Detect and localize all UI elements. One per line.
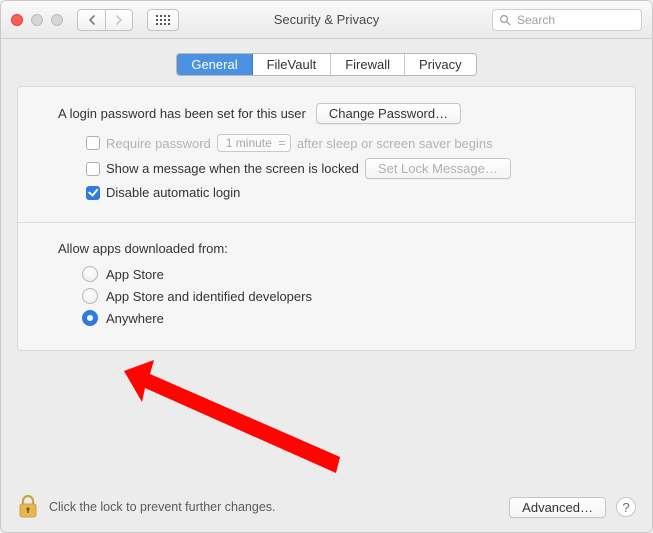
tab-privacy[interactable]: Privacy [405,54,476,75]
require-password-checkbox[interactable] [86,136,100,150]
require-password-after-label: after sleep or screen saver begins [297,136,493,151]
back-button[interactable] [77,9,105,31]
radio-button [82,266,98,282]
tab-firewall[interactable]: Firewall [331,54,405,75]
radio-label: App Store [106,267,164,282]
require-password-label: Require password [106,136,211,151]
show-message-label: Show a message when the screen is locked [106,161,359,176]
window-title: Security & Privacy [274,12,379,27]
grid-icon [156,15,170,25]
window-controls [11,14,63,26]
divider [18,222,635,223]
nav-buttons [77,9,133,31]
require-password-delay-select[interactable]: 1 minute [217,134,291,152]
annotation-arrow-icon [120,360,350,480]
radio-button [82,288,98,304]
login-password-row: A login password has been set for this u… [58,103,615,124]
set-lock-message-button[interactable]: Set Lock Message… [365,158,511,179]
change-password-button[interactable]: Change Password… [316,103,461,124]
prefs-window: Security & Privacy General FileVault Fir… [0,0,653,533]
login-password-text: A login password has been set for this u… [58,106,306,121]
chevron-right-icon [115,15,123,25]
zoom-window-button[interactable] [51,14,63,26]
advanced-button[interactable]: Advanced… [509,497,606,518]
search-icon [499,14,511,26]
disable-auto-login-row: Disable automatic login [86,185,615,200]
search-field[interactable] [492,9,642,31]
show-message-checkbox[interactable] [86,162,100,176]
radio-label: App Store and identified developers [106,289,312,304]
radio-anywhere[interactable]: Anywhere [82,310,615,326]
forward-button[interactable] [105,9,133,31]
search-input[interactable] [515,12,635,28]
login-options: Require password 1 minute after sleep or… [86,134,615,200]
allow-apps-radios: App Store App Store and identified devel… [82,266,615,326]
tab-general[interactable]: General [177,54,252,75]
radio-identified-developers[interactable]: App Store and identified developers [82,288,615,304]
disable-auto-login-checkbox[interactable] [86,186,100,200]
radio-label: Anywhere [106,311,164,326]
require-password-row: Require password 1 minute after sleep or… [86,134,615,152]
radio-app-store[interactable]: App Store [82,266,615,282]
footer: Click the lock to prevent further change… [1,484,652,532]
minimize-window-button[interactable] [31,14,43,26]
chevron-left-icon [88,15,96,25]
lock-icon[interactable] [17,494,39,520]
titlebar: Security & Privacy [1,1,652,39]
show-all-button[interactable] [147,9,179,31]
show-message-row: Show a message when the screen is locked… [86,158,615,179]
close-window-button[interactable] [11,14,23,26]
lock-text: Click the lock to prevent further change… [49,500,276,514]
radio-button [82,310,98,326]
content-panel: A login password has been set for this u… [17,86,636,351]
allow-apps-heading: Allow apps downloaded from: [58,241,615,256]
tab-bar: General FileVault Firewall Privacy [176,53,476,76]
help-button[interactable]: ? [616,497,636,517]
disable-auto-login-label: Disable automatic login [106,185,240,200]
tab-filevault[interactable]: FileVault [253,54,332,75]
